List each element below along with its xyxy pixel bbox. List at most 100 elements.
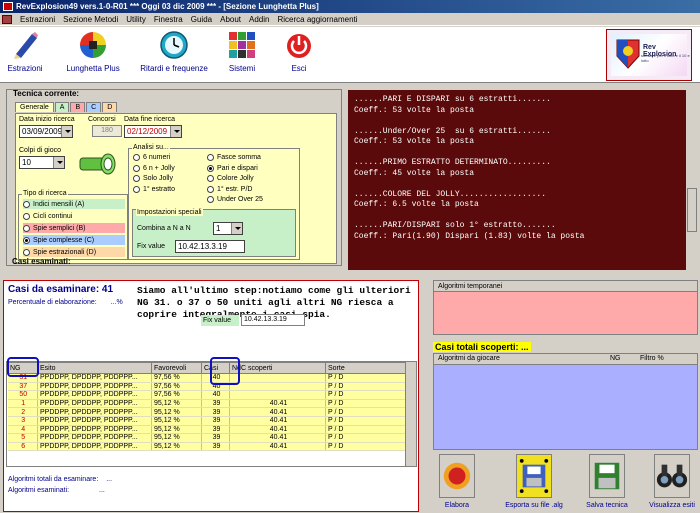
sistemi-button[interactable]: Sistemi: [222, 27, 262, 73]
radio-button[interactable]: [207, 175, 214, 182]
colpi-label: Colpi di gioco: [19, 147, 62, 154]
table-cell: 40.41: [229, 442, 326, 452]
radio-button[interactable]: [133, 154, 140, 161]
tipo-ricerca-option[interactable]: Cicli continui: [23, 211, 125, 221]
radio-button[interactable]: [207, 154, 214, 161]
tab-a[interactable]: A: [54, 102, 70, 112]
table-header: NG Esito Favorevoli Casi NdC scoperti So…: [7, 362, 406, 374]
col-sorte[interactable]: Sorte: [325, 362, 406, 374]
data-inizio-select[interactable]: 03/09/2009: [19, 125, 73, 138]
menu-about[interactable]: About: [216, 15, 245, 24]
algoritmi-giocare-list[interactable]: Algoritmi da giocare NG Filtro %: [433, 353, 698, 450]
table-row[interactable]: 31 PPDDPP, DPDDPP, PDDPPP... 97,56 % 40 P / …: [7, 373, 406, 383]
colpi-select[interactable]: 10: [19, 156, 65, 169]
table-cell: PPDDPP, DPDDPP, PDDPPP...: [37, 407, 152, 417]
analisi-option[interactable]: Solo Jolly: [133, 175, 173, 182]
menu-guida[interactable]: Guida: [187, 15, 216, 24]
document-icon[interactable]: [2, 14, 12, 24]
tipo-ricerca-option[interactable]: Spie complesse (C): [23, 235, 125, 245]
analisi-option[interactable]: 6 numeri: [133, 154, 170, 161]
lunghetta-plus-button[interactable]: Lunghetta Plus: [58, 27, 128, 73]
menu-estrazioni[interactable]: Estrazioni: [16, 15, 59, 24]
output-scrollbar[interactable]: [686, 90, 698, 270]
menu-utility[interactable]: Utility: [122, 15, 150, 24]
esci-button[interactable]: Esci: [282, 27, 316, 73]
output-line: Coeff.: 45 volte la posta: [354, 168, 475, 178]
chevron-down-icon[interactable]: [170, 126, 181, 137]
grid-scrollbar[interactable]: [405, 362, 416, 466]
table-row[interactable]: 4 PPDDPP, DPDDPP, PDDPPP... 95,12 % 39 40.41…: [7, 425, 406, 435]
tipo-ricerca-group: Tipo di ricerca Indici mensili (A) Cicli …: [18, 190, 128, 260]
col-esito[interactable]: Esito: [37, 362, 152, 374]
record-icon: [439, 454, 475, 498]
radio-button[interactable]: [207, 196, 214, 203]
radio-button[interactable]: [207, 185, 214, 193]
algoritmi-temporanei-list[interactable]: Algoritmi temporanei: [433, 280, 698, 335]
table-cell: 5: [7, 433, 38, 443]
scroll-thumb[interactable]: [687, 188, 697, 232]
analisi-option[interactable]: Under Over 25: [207, 196, 263, 203]
table-cell: 39: [201, 399, 230, 409]
table-cell: 95,12 %: [151, 407, 202, 417]
ritardi-frequenze-button[interactable]: Ritardi e frequenze: [134, 27, 214, 73]
table-row[interactable]: 3 PPDDPP, DPDDPP, PDDPPP... 95,12 % 39 40.41…: [7, 416, 406, 426]
menu-sezione-metodi[interactable]: Sezione Metodi: [59, 15, 122, 24]
casi-title: Casi da esaminare: 41: [8, 284, 114, 295]
table-row[interactable]: 5 PPDDPP, DPDDPP, PDDPPP... 95,12 % 39 40.41…: [7, 433, 406, 443]
radio-button[interactable]: [23, 200, 30, 208]
elabora-button[interactable]: Elabora: [432, 454, 482, 510]
tab-b[interactable]: B: [70, 102, 86, 112]
analisi-option[interactable]: Colore Jolly: [207, 175, 254, 182]
table-cell: 3: [7, 416, 38, 426]
radio-button[interactable]: [23, 224, 30, 232]
combina-select[interactable]: 1: [213, 222, 243, 235]
menu-addin[interactable]: Addin: [245, 15, 273, 24]
analisi-option[interactable]: 1° estratto: [133, 185, 175, 193]
radio-button[interactable]: [23, 212, 30, 220]
col-favorevoli[interactable]: Favorevoli: [151, 362, 202, 374]
tab-generale[interactable]: Generale: [15, 102, 54, 112]
menu-ricerca-aggiornamenti[interactable]: Ricerca aggiornamenti: [273, 15, 361, 24]
data-inizio-label: Data inizio ricerca: [19, 116, 75, 123]
tipo-ricerca-option[interactable]: Spie estrazionali (D): [23, 247, 125, 257]
table-row[interactable]: 2 PPDDPP, DPDDPP, PDDPPP... 95,12 % 39 40.41…: [7, 407, 406, 417]
radio-button[interactable]: [23, 236, 30, 244]
radio-button[interactable]: [133, 185, 140, 193]
analisi-option[interactable]: Fasce somma: [207, 154, 261, 161]
fix-value-input[interactable]: 10.42.13.3.19: [175, 240, 245, 253]
chevron-down-icon[interactable]: [231, 223, 242, 234]
casi-totali-label: Casi totali scoperti: ...: [433, 342, 531, 352]
table-cell: [229, 373, 326, 383]
tipo-ricerca-option[interactable]: Indici mensili (A): [23, 199, 125, 209]
chevron-down-icon[interactable]: [61, 126, 72, 137]
visualizza-esiti-button[interactable]: Visualizza esiti: [645, 454, 699, 510]
combina-label: Combina a N a N: [137, 225, 191, 232]
table-row[interactable]: 50 PPDDPP, DPDDPP, PDDPPP... 97,56 % 40 P / …: [7, 390, 406, 400]
tab-d[interactable]: D: [102, 102, 118, 112]
table-cell: 2: [7, 407, 38, 417]
chevron-down-icon[interactable]: [53, 157, 64, 168]
data-fine-select[interactable]: 02/12/2009: [124, 125, 182, 138]
tab-generale-content: Data inizio ricerca 03/09/2009 Concorsi …: [15, 113, 337, 264]
floppy-icon: [589, 454, 625, 498]
analisi-option[interactable]: 6 n + Jolly: [133, 164, 175, 172]
esporta-button[interactable]: Esporta su file .alg: [496, 454, 572, 510]
analisi-option[interactable]: Pari e dispari: [207, 164, 258, 172]
radio-button[interactable]: [207, 164, 214, 172]
table-row[interactable]: 37 PPDDPP, DPDDPP, PDDPPP... 97,56 % 40 P / …: [7, 382, 406, 392]
analisi-option[interactable]: 1° estr. P/D: [207, 185, 252, 193]
concorsi-field: 180: [92, 125, 122, 137]
table-cell: P / D: [325, 433, 406, 443]
table-row[interactable]: 6 PPDDPP, DPDDPP, PDDPPP... 95,12 % 39 40.41…: [7, 442, 406, 452]
radio-button[interactable]: [133, 175, 140, 182]
table-row[interactable]: 1 PPDDPP, DPDDPP, PDDPPP... 95,12 % 39 40.41…: [7, 399, 406, 409]
salva-tecnica-button[interactable]: Salva tecnica: [582, 454, 632, 510]
estrazioni-button[interactable]: Estrazioni: [3, 27, 47, 73]
tab-c[interactable]: C: [86, 102, 102, 112]
radio-button[interactable]: [23, 248, 30, 256]
table-cell: P / D: [325, 373, 406, 383]
tipo-ricerca-option[interactable]: Spie semplici (B): [23, 223, 125, 233]
menu-finestra[interactable]: Finestra: [150, 15, 187, 24]
radio-button[interactable]: [133, 164, 140, 172]
col-ndc-scoperti[interactable]: NdC scoperti: [229, 362, 326, 374]
